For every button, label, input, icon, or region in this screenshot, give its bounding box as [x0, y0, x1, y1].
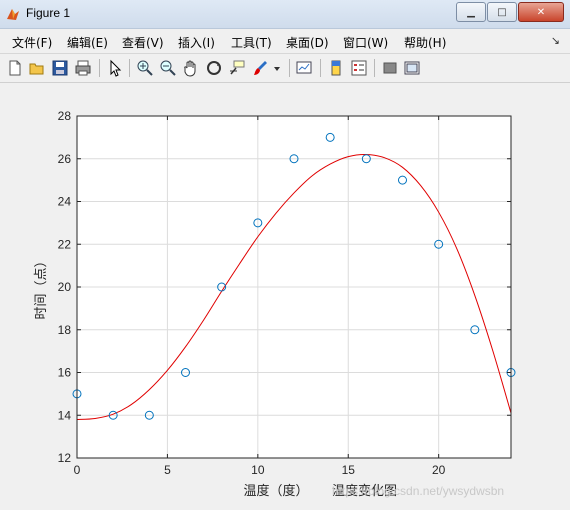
x-tick-label: 15: [342, 463, 356, 477]
menu-insert[interactable]: 插入(I): [178, 34, 215, 51]
watermark-text: https://blog.csdn.net/ywsydwsbn: [332, 484, 505, 498]
brush-dropdown-icon[interactable]: [272, 59, 282, 77]
zoom-out-icon[interactable]: [159, 59, 177, 77]
y-tick-label: 28: [58, 109, 72, 123]
link-plot-icon[interactable]: [295, 59, 313, 77]
menu-tools[interactable]: 工具(T): [231, 34, 272, 51]
y-tick-label: 20: [58, 280, 72, 294]
y-axis-label: 时间（点）: [34, 254, 49, 319]
menu-bar: 文件(F) 编辑(E) 查看(V) 插入(I) 工具(T) 桌面(D) 窗口(W…: [0, 29, 570, 54]
y-tick-label: 12: [58, 451, 72, 465]
y-tick-label: 16: [58, 366, 72, 380]
menu-file[interactable]: 文件(F): [12, 34, 52, 51]
menu-window[interactable]: 窗口(W): [343, 34, 388, 51]
new-figure-icon[interactable]: [6, 59, 24, 77]
save-icon[interactable]: [51, 59, 69, 77]
print-icon[interactable]: [74, 59, 92, 77]
pan-hand-icon[interactable]: [182, 59, 200, 77]
colorbar-icon[interactable]: [327, 59, 345, 77]
maximize-button[interactable]: □: [487, 2, 517, 22]
data-cursor-icon[interactable]: [228, 59, 246, 77]
y-tick-label: 18: [58, 323, 72, 337]
toolbar-separator: [99, 59, 100, 77]
y-tick-label: 24: [58, 195, 72, 209]
x-tick-label: 0: [74, 463, 81, 477]
rotate-3d-icon[interactable]: [205, 59, 223, 77]
close-button[interactable]: ✕: [518, 2, 564, 22]
minimize-button[interactable]: ▁: [456, 2, 486, 22]
menu-edit[interactable]: 编辑(E): [67, 34, 108, 51]
x-axis-label: 温度（度）: [243, 483, 308, 499]
hide-plot-tools-icon[interactable]: [381, 59, 399, 77]
matlab-icon: [7, 9, 19, 20]
menu-overflow-icon[interactable]: ↘: [551, 34, 560, 47]
zoom-in-icon[interactable]: [136, 59, 154, 77]
x-tick-label: 20: [432, 463, 446, 477]
title-bar: Figure 1 ▁ □ ✕: [0, 0, 570, 29]
x-tick-label: 10: [251, 463, 265, 477]
y-tick-label: 26: [58, 152, 72, 166]
toolbar-separator: [320, 59, 321, 77]
y-tick-label: 14: [58, 408, 72, 422]
menu-view[interactable]: 查看(V): [122, 34, 164, 51]
pointer-icon[interactable]: [106, 59, 124, 77]
menu-help[interactable]: 帮助(H): [404, 34, 446, 51]
toolbar-separator: [374, 59, 375, 77]
figure-toolbar: [0, 54, 570, 83]
window-title: Figure 1: [26, 6, 71, 20]
show-plot-tools-icon[interactable]: [403, 59, 421, 77]
legend-icon[interactable]: [350, 59, 368, 77]
plot-area[interactable]: 0 5 10 15 20121416182022242628 温度（度） 温度变化图 时…: [0, 83, 570, 510]
x-tick-label: 5: [164, 463, 171, 477]
menu-desktop[interactable]: 桌面(D): [286, 34, 329, 51]
toolbar-separator: [289, 59, 290, 77]
open-file-icon[interactable]: [28, 59, 46, 77]
brush-icon[interactable]: [251, 59, 269, 77]
toolbar-separator: [129, 59, 130, 77]
y-tick-label: 22: [58, 237, 72, 251]
